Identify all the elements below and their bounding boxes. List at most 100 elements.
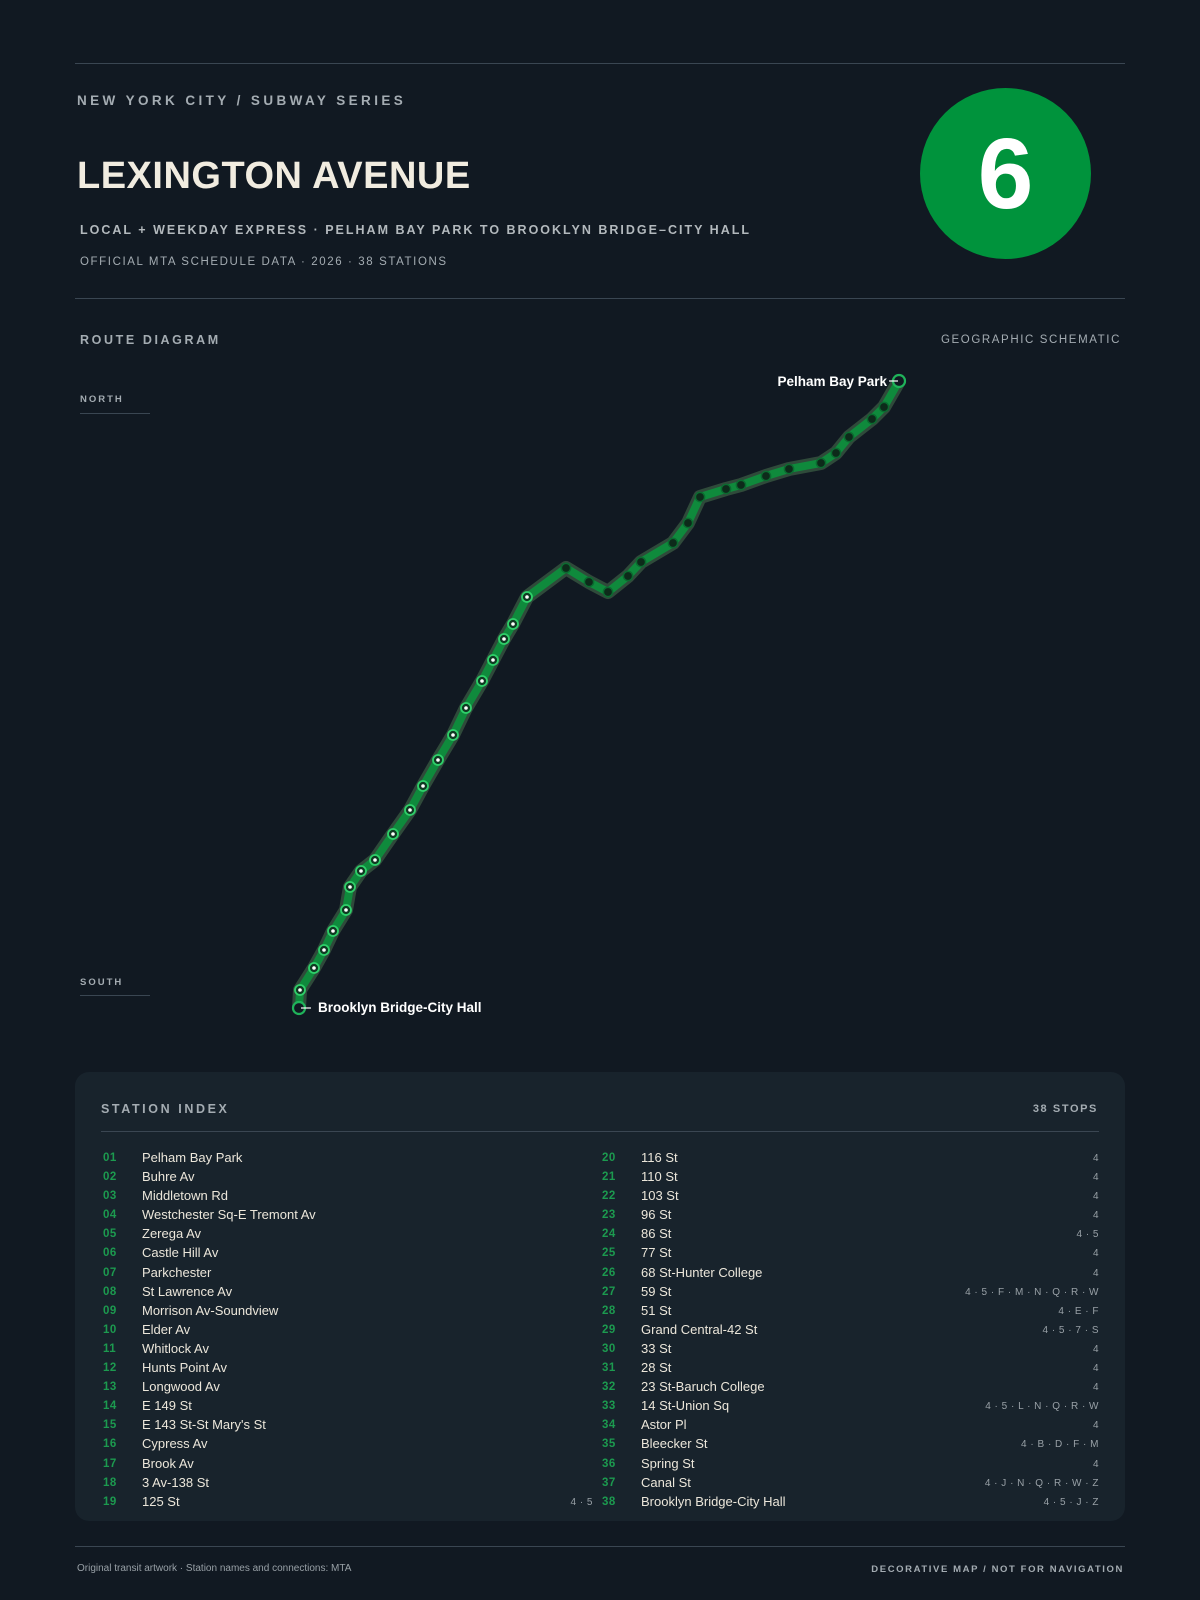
station-dot (815, 457, 827, 469)
station-row: 23 96 St 4 (602, 1207, 1099, 1226)
station-number: 01 (103, 1152, 117, 1164)
station-row: 16 Cypress Av (103, 1436, 593, 1455)
station-number: 23 (602, 1209, 616, 1222)
station-connections: 4 (1092, 1172, 1099, 1184)
station-dot-center (451, 733, 455, 737)
station-count: 38 STOPS (1032, 1103, 1098, 1115)
station-name: 51 St (641, 1302, 672, 1318)
station-name: Grand Central-42 St (641, 1321, 758, 1337)
station-row: 06 Castle Hill Av (103, 1245, 593, 1264)
station-connections: 4 · 5 · J · Z (1043, 1496, 1099, 1508)
station-number: 16 (103, 1438, 117, 1451)
station-name: 110 St (641, 1169, 678, 1185)
route-diagram: Pelham Bay Park Brooklyn Bridge-City Hal… (291, 373, 907, 1016)
station-number: 35 (602, 1438, 616, 1451)
station-number: 30 (602, 1342, 616, 1355)
station-dot-center (480, 679, 484, 683)
station-dot-center (348, 885, 352, 889)
station-number: 14 (103, 1400, 117, 1413)
station-connections: 4 · 5 · 7 · S (1042, 1324, 1099, 1336)
station-connections: 4 (1092, 1420, 1099, 1432)
station-name: Whitlock Av (142, 1340, 209, 1356)
station-row: 14 E 149 St (103, 1398, 593, 1417)
station-dot-center (312, 966, 316, 970)
station-connections: 4 · J · N · Q · R · W · Z (984, 1477, 1099, 1489)
station-row: 27 59 St 4 · 5 · F · M · N · Q · R · W (602, 1284, 1099, 1303)
station-name: Zerega Av (142, 1226, 202, 1242)
station-name: Longwood Av (142, 1379, 220, 1395)
station-name: Middletown Rd (142, 1188, 228, 1204)
station-number: 31 (602, 1362, 616, 1375)
station-name: Pelham Bay Park (142, 1150, 243, 1165)
station-dot-center (421, 784, 425, 788)
station-number: 20 (602, 1152, 616, 1164)
station-name: Brooklyn Bridge-City Hall (641, 1493, 786, 1509)
station-number: 11 (103, 1342, 117, 1355)
station-row: 24 86 St 4 · 5 (602, 1226, 1099, 1245)
station-row: 32 23 St-Baruch College 4 (602, 1379, 1099, 1398)
station-dot-center (359, 869, 363, 873)
station-number: 24 (602, 1228, 616, 1241)
station-index-card: STATION INDEX 38 STOPS 01 Pelham Bay Park… (75, 1072, 1125, 1521)
station-name: 23 St-Baruch College (641, 1379, 765, 1395)
station-number: 26 (602, 1266, 616, 1279)
station-row: 10 Elder Av (103, 1322, 593, 1341)
station-dot-center (408, 808, 412, 812)
station-row: 25 77 St 4 (602, 1245, 1099, 1264)
station-name: Buhre Av (142, 1169, 195, 1185)
station-dot-center (525, 595, 529, 599)
station-dot-center (298, 988, 302, 992)
station-dot-center (331, 929, 335, 933)
station-row: 11 Whitlock Av (103, 1341, 593, 1360)
station-row: 05 Zerega Av (103, 1226, 593, 1245)
footer-credit: Original transit artwork · Station names… (77, 1563, 352, 1574)
station-number: 08 (103, 1285, 117, 1298)
station-dot-center (436, 758, 440, 762)
station-row: 28 51 St 4 · E · F (602, 1303, 1099, 1322)
station-row: 01 Pelham Bay Park (103, 1150, 593, 1169)
station-number: 37 (602, 1476, 616, 1489)
station-dot (635, 556, 647, 568)
station-dot-center (373, 858, 377, 862)
station-row: 03 Middletown Rd (103, 1188, 593, 1207)
station-connections: 4 (1092, 1363, 1099, 1375)
station-name: 28 St (641, 1360, 672, 1376)
station-dot-center (491, 658, 495, 662)
station-dot-center (464, 706, 468, 710)
station-row: 17 Brook Av (103, 1456, 593, 1475)
station-list-right: 20 116 St 4 21 110 St 4 22 103 St 4 23 96 St 4 24 86 … (602, 1150, 1099, 1513)
station-name: 103 St (641, 1188, 679, 1204)
station-dot (682, 517, 694, 529)
station-connections: 4 (1092, 1382, 1099, 1394)
station-dot (830, 447, 842, 459)
station-row: 15 E 143 St-St Mary's St (103, 1417, 593, 1436)
footer-rule (75, 1546, 1125, 1547)
station-number: 27 (602, 1285, 616, 1298)
station-dot-center (344, 908, 348, 912)
station-row: 31 28 St 4 (602, 1360, 1099, 1379)
station-connections: 4 · 5 · L · N · Q · R · W (985, 1401, 1099, 1413)
station-name: 14 St-Union Sq (641, 1398, 730, 1414)
station-number: 18 (103, 1476, 117, 1489)
station-row: 19 125 St 4 · 5 (103, 1494, 593, 1513)
index-divider (101, 1131, 1099, 1132)
station-index-title: STATION INDEX (101, 1102, 230, 1116)
station-number: 32 (602, 1381, 616, 1394)
station-row: 38 Brooklyn Bridge-City Hall 4 · 5 · J · Z (602, 1494, 1099, 1513)
station-dot (783, 463, 795, 475)
station-connections: 4 · E · F (1058, 1305, 1099, 1317)
station-connections: 4 (1092, 1343, 1099, 1355)
station-name: St Lawrence Av (142, 1283, 233, 1299)
station-name: E 143 St-St Mary's St (142, 1417, 266, 1433)
station-name: Castle Hill Av (142, 1245, 219, 1261)
station-name: 116 St (641, 1150, 678, 1165)
station-name: 96 St (641, 1207, 672, 1223)
station-number: 10 (103, 1323, 117, 1336)
station-connections: 4 (1092, 1191, 1099, 1203)
station-row: 30 33 St 4 (602, 1341, 1099, 1360)
station-row: 04 Westchester Sq-E Tremont Av (103, 1207, 593, 1226)
station-row: 33 14 St-Union Sq 4 · 5 · L · N · Q · R · … (602, 1398, 1099, 1417)
station-name: Morrison Av-Soundview (142, 1302, 279, 1318)
station-name: Hunts Point Av (142, 1360, 228, 1376)
station-dot (560, 562, 572, 574)
